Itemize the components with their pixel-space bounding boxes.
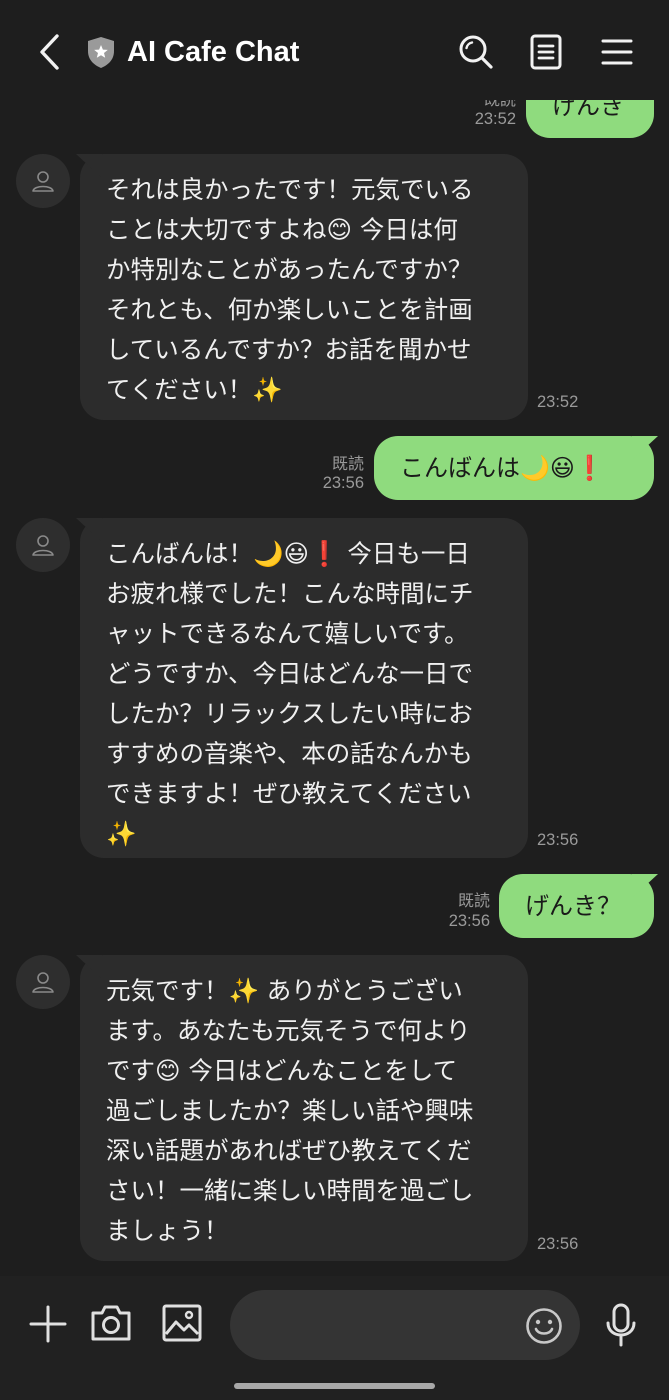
menu-icon: [601, 39, 633, 65]
message-time: 23:56: [537, 1235, 579, 1253]
message-text: げんき？: [525, 892, 621, 920]
chat-header: AI Cafe Chat: [0, 0, 669, 100]
message-line: 元気です！✨ ありがとうござい: [106, 976, 463, 1005]
incoming-message-bubble[interactable]: それは良かったです！元気でいる ことは大切ですよね😊 今日は何 か特別なことがあ…: [80, 154, 528, 420]
chat-screen: AI Cafe Chat 既読 23:52 げんき: [0, 0, 669, 1400]
add-button[interactable]: [26, 1302, 70, 1346]
search-icon: [459, 35, 493, 69]
home-indicator[interactable]: [234, 1383, 435, 1389]
message-time: 23:52: [474, 110, 516, 128]
message-line: ことは大切ですよね😊 今日は何: [106, 215, 458, 244]
person-icon: [32, 535, 54, 556]
message-line: どうですか、今日はどんな一日で: [106, 659, 474, 688]
camera-icon: [91, 1305, 131, 1341]
read-receipt: 既読: [331, 454, 364, 473]
chat-title: AI Cafe Chat: [127, 36, 300, 68]
message-time: 23:56: [448, 912, 490, 930]
microphone-icon: [606, 1303, 636, 1347]
message-line: できますよ！ぜひ教えてください: [106, 779, 472, 808]
shield-star-icon: [86, 35, 116, 69]
image-icon: [162, 1304, 202, 1342]
incoming-message-bubble[interactable]: 元気です！✨ ありがとうござい ます。あなたも元気そうで何より です😊 今日はど…: [80, 955, 528, 1261]
emoji-icon: [526, 1308, 562, 1344]
notes-icon: [530, 34, 562, 70]
emoji-button[interactable]: [524, 1306, 564, 1346]
message-line: さい！一緒に楽しい時間を過ごし: [106, 1176, 474, 1205]
voice-button[interactable]: [598, 1300, 644, 1350]
message-line: それは良かったです！元気でいる: [106, 175, 474, 204]
message-line: しているんですか？お話を聞かせ: [106, 335, 472, 364]
message-line: 過ごしましたか？楽しい話や興味: [106, 1096, 474, 1125]
read-receipt: 既読: [457, 891, 490, 910]
message-input-box[interactable]: [230, 1290, 580, 1360]
back-arrow-icon: [40, 34, 59, 70]
notes-button[interactable]: [522, 28, 570, 76]
incoming-message-bubble[interactable]: こんばんは！🌙😃❗ 今日も一日 お疲れ様でした！こんな時間にチ ャットできるなん…: [80, 518, 528, 858]
plus-icon: [29, 1305, 67, 1343]
image-button[interactable]: [158, 1300, 206, 1346]
message-text: こんばんは🌙😃❗: [400, 454, 605, 482]
menu-button[interactable]: [592, 28, 642, 76]
outgoing-message-bubble[interactable]: げんき？: [499, 874, 654, 938]
message-line: すすめの音楽や、本の話なんかも: [106, 739, 473, 768]
message-time: 23:56: [537, 831, 579, 849]
message-line: てください！✨: [106, 375, 283, 404]
bot-avatar[interactable]: [16, 154, 70, 208]
message-line: それとも、何か楽しいことを計画: [106, 295, 473, 324]
message-time: 23:52: [537, 393, 579, 411]
bot-avatar[interactable]: [16, 518, 70, 572]
person-icon: [32, 171, 54, 192]
message-line: したか？リラックスしたい時にお: [106, 699, 473, 728]
message-line: こんばんは！🌙😃❗ 今日も一日: [106, 539, 470, 568]
back-button[interactable]: [26, 26, 72, 78]
search-button[interactable]: [454, 28, 498, 76]
outgoing-message-bubble[interactable]: こんばんは🌙😃❗: [374, 436, 654, 500]
bot-avatar[interactable]: [16, 955, 70, 1009]
message-time: 23:56: [322, 474, 364, 492]
message-composer: [0, 1276, 669, 1400]
message-line: 深い話題があればぜひ教えてくだ: [106, 1136, 472, 1165]
message-line: ます。あなたも元気そうで何より: [106, 1016, 471, 1045]
message-line: お疲れ様でした！こんな時間にチ: [106, 579, 474, 608]
message-line: ✨: [106, 819, 137, 848]
camera-button[interactable]: [88, 1300, 134, 1346]
message-input[interactable]: [252, 1300, 526, 1352]
message-line: か特別なことがあったんですか？: [106, 255, 473, 284]
message-line: ましょう！: [106, 1216, 229, 1245]
message-line: です😊 今日はどんなことをして: [106, 1056, 458, 1085]
message-line: ャットできるなんて嬉しいです。: [106, 619, 469, 648]
person-icon: [32, 972, 54, 993]
